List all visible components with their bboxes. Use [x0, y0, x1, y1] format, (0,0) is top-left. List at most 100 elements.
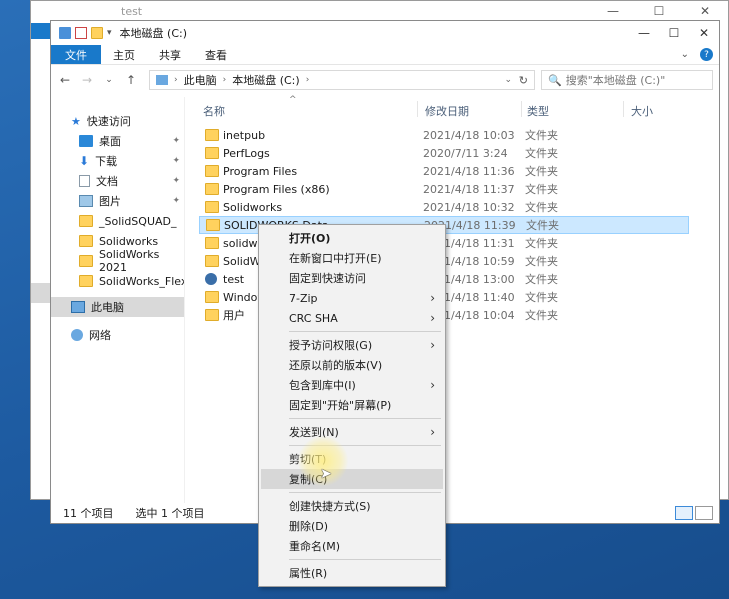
- nav-label: 下载: [95, 155, 118, 168]
- nav-label: 桌面: [99, 135, 121, 148]
- star-icon: ★: [71, 114, 81, 128]
- help-icon[interactable]: ?: [700, 48, 713, 61]
- file-row[interactable]: Program Files 2021/4/18 11:36 文件夹: [199, 162, 689, 180]
- menu-separator: [289, 331, 441, 332]
- file-row[interactable]: PerfLogs 2020/7/11 3:24 文件夹: [199, 144, 689, 162]
- folder-icon: [79, 235, 93, 247]
- menu-item-properties[interactable]: 属性(R): [261, 563, 443, 583]
- recent-locations-icon[interactable]: ⌄: [101, 75, 117, 85]
- ribbon-tabs: 文件 主页 共享 查看 ⌄ ?: [51, 45, 719, 65]
- folder-icon: [79, 215, 93, 227]
- new-folder-icon[interactable]: [91, 27, 103, 39]
- menu-item-7zip[interactable]: 7-Zip ›: [261, 288, 443, 308]
- nav-item-solidsquad[interactable]: _SolidSQUAD_: [51, 211, 184, 231]
- nav-label: _SolidSQUAD_: [99, 214, 177, 228]
- column-header-date[interactable]: 修改日期: [425, 103, 469, 119]
- menu-item-copy[interactable]: 复制(C): [261, 469, 443, 489]
- nav-label: 图片: [99, 195, 121, 208]
- nav-item-solidworks-2021[interactable]: SolidWorks 2021: [51, 248, 184, 274]
- file-row[interactable]: Solidworks 2021/4/18 10:32 文件夹: [199, 198, 689, 216]
- address-bar[interactable]: › 此电脑 › 本地磁盘 (C:) › ⌄ ↻: [149, 70, 535, 90]
- nav-label: SolidWorks_Flexn: [99, 274, 184, 288]
- search-input[interactable]: 🔍 搜索"本地磁盘 (C:)": [541, 70, 713, 90]
- large-icons-view-icon[interactable]: [695, 506, 713, 520]
- folder-icon: [205, 147, 219, 159]
- menu-item-open-new-window[interactable]: 在新窗口中打开(E): [261, 248, 443, 268]
- title-bar: ▾ 本地磁盘 (C:) — ☐ ✕: [51, 21, 719, 45]
- quick-access-dropdown-icon[interactable]: ▾: [107, 28, 112, 38]
- maximize-button[interactable]: ☐: [659, 21, 689, 45]
- menu-item-delete[interactable]: 删除(D): [261, 516, 443, 536]
- background-maximize-button[interactable]: ☐: [636, 1, 682, 21]
- menu-item-restore-versions[interactable]: 还原以前的版本(V): [261, 355, 443, 375]
- pin-icon: ✦: [172, 156, 180, 166]
- menu-item-rename[interactable]: 重命名(M): [261, 536, 443, 556]
- tab-share[interactable]: 共享: [147, 45, 193, 64]
- menu-item-grant-access[interactable]: 授予访问权限(G) ›: [261, 335, 443, 355]
- expand-ribbon-icon[interactable]: ⌄: [681, 49, 689, 60]
- file-row[interactable]: inetpub 2021/4/18 10:03 文件夹: [199, 126, 689, 144]
- menu-item-create-shortcut[interactable]: 创建快捷方式(S): [261, 496, 443, 516]
- menu-item-include-library[interactable]: 包含到库中(I) ›: [261, 375, 443, 395]
- nav-quick-access[interactable]: ★ 快速访问: [51, 111, 184, 131]
- nav-label: 文档: [96, 175, 118, 188]
- nav-item-downloads[interactable]: ⬇ 下载 ✦: [51, 151, 184, 171]
- folder-icon: [205, 165, 219, 177]
- tab-home[interactable]: 主页: [101, 45, 147, 64]
- minimize-button[interactable]: —: [629, 21, 659, 45]
- search-placeholder: 搜索"本地磁盘 (C:)": [565, 74, 666, 87]
- up-arrow-icon[interactable]: ↑: [123, 73, 139, 87]
- tab-view[interactable]: 查看: [193, 45, 239, 64]
- close-button[interactable]: ✕: [689, 21, 719, 45]
- sort-ascending-icon: ^: [289, 95, 297, 105]
- menu-item-open[interactable]: 打开(O): [261, 228, 443, 248]
- address-dropdown-icon[interactable]: ⌄: [504, 75, 512, 85]
- breadcrumb-this-pc[interactable]: 此电脑: [184, 72, 217, 88]
- back-arrow-icon[interactable]: ←: [57, 73, 73, 87]
- details-view-icon[interactable]: [675, 506, 693, 520]
- app-shortcut-icon: [205, 273, 217, 285]
- nav-item-network[interactable]: 网络: [51, 325, 184, 345]
- folder-icon: [205, 255, 219, 267]
- nav-item-documents[interactable]: 文档 ✦: [51, 171, 184, 191]
- menu-label: 包含到库中(I): [289, 379, 356, 392]
- forward-arrow-icon[interactable]: →: [79, 73, 95, 87]
- file-type: 文件夹: [525, 183, 558, 196]
- refresh-icon[interactable]: ↻: [519, 74, 528, 87]
- background-close-button[interactable]: ✕: [682, 1, 728, 21]
- column-divider[interactable]: [417, 101, 418, 117]
- desktop-icon: [79, 135, 93, 147]
- pin-icon: ✦: [172, 196, 180, 206]
- folder-icon: [205, 129, 219, 141]
- column-header-name[interactable]: 名称: [203, 103, 225, 119]
- column-divider[interactable]: [521, 101, 522, 117]
- background-title-bar: test — ☐ ✕: [31, 1, 728, 21]
- file-date: 2021/4/18 11:36: [423, 164, 515, 178]
- menu-item-pin-quick-access[interactable]: 固定到快速访问: [261, 268, 443, 288]
- checkbox-icon[interactable]: [75, 27, 87, 39]
- file-type: 文件夹: [525, 237, 558, 250]
- nav-item-this-pc[interactable]: 此电脑: [51, 297, 184, 317]
- nav-item-solidworks-flexnet[interactable]: SolidWorks_Flexn: [51, 271, 184, 291]
- column-header-type[interactable]: 类型: [527, 103, 549, 119]
- nav-label: Solidworks: [99, 234, 159, 248]
- nav-item-desktop[interactable]: 桌面 ✦: [51, 131, 184, 151]
- column-divider[interactable]: [623, 101, 624, 117]
- file-type: 文件夹: [526, 219, 559, 232]
- folder-icon: [205, 291, 219, 303]
- menu-item-cut[interactable]: 剪切(T): [261, 449, 443, 469]
- menu-label: CRC SHA: [289, 311, 338, 325]
- tab-file[interactable]: 文件: [51, 45, 101, 64]
- pin-icon: ✦: [172, 136, 180, 146]
- file-type: 文件夹: [525, 273, 558, 286]
- column-header-size[interactable]: 大小: [631, 103, 653, 119]
- file-type: 文件夹: [525, 165, 558, 178]
- menu-item-send-to[interactable]: 发送到(N) ›: [261, 422, 443, 442]
- menu-item-crc-sha[interactable]: CRC SHA ›: [261, 308, 443, 328]
- nav-item-pictures[interactable]: 图片 ✦: [51, 191, 184, 211]
- properties-icon[interactable]: [59, 27, 71, 39]
- background-minimize-button[interactable]: —: [590, 1, 636, 21]
- breadcrumb-local-disk[interactable]: 本地磁盘 (C:): [232, 72, 299, 88]
- menu-item-pin-start[interactable]: 固定到"开始"屏幕(P): [261, 395, 443, 415]
- file-row[interactable]: Program Files (x86) 2021/4/18 11:37 文件夹: [199, 180, 689, 198]
